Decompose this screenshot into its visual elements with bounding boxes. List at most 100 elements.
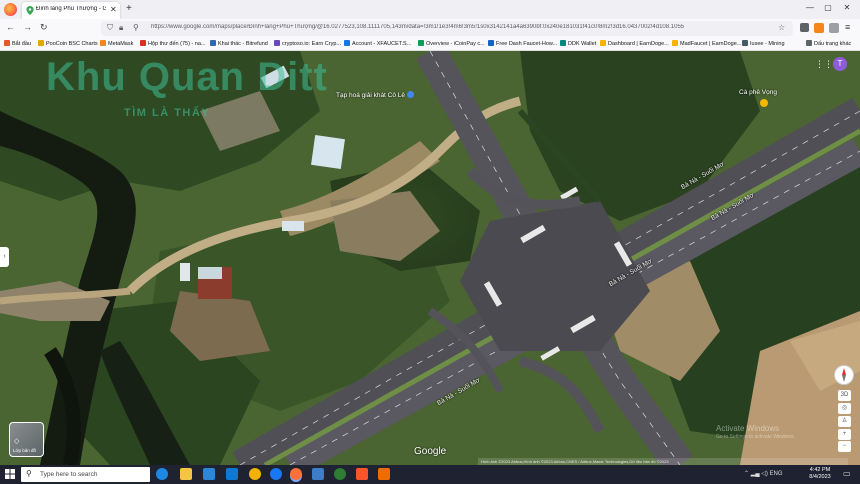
bookmark-icon <box>742 40 748 46</box>
bookmark-item[interactable]: Khai thác - Bitrefund <box>210 40 268 47</box>
clock-date: 8/4/2023 <box>809 474 831 480</box>
layers-button[interactable]: ◇ Lớp bản đồ <box>9 422 44 457</box>
nav-toolbar: ← → ↻ ⛉ 🔒︎ ⚲ https://www.google.com/maps… <box>0 19 860 38</box>
brave-app-icon[interactable] <box>356 468 368 480</box>
maps-pin-icon <box>26 6 34 15</box>
new-tab-button[interactable]: + <box>126 3 132 14</box>
activate-windows-title: Activate Windows <box>716 424 780 433</box>
bookmark-icon <box>344 40 350 46</box>
menu-icon[interactable]: ≡ <box>845 22 850 32</box>
url-text: https://www.google.com/maps/place/Đình+l… <box>151 24 685 30</box>
bookmark-icon <box>100 40 106 46</box>
collapse-side-panel-button[interactable]: › <box>0 247 9 267</box>
bookmark-icon <box>560 40 566 46</box>
address-bar[interactable]: ⛉ 🔒︎ ⚲ https://www.google.com/maps/place… <box>101 21 793 36</box>
chrome-app-icon[interactable] <box>249 468 261 480</box>
search-icon: ⚲ <box>26 469 32 478</box>
watermark-logo: Khu Quan Ditt <box>46 55 328 99</box>
bookmark-item[interactable]: Overview - iCoinPay c... <box>418 40 485 47</box>
edge-app-icon[interactable] <box>156 468 168 480</box>
notifications-icon[interactable]: ▭ <box>843 469 851 478</box>
taskbar-clock[interactable]: 4:42 PM 8/4/2023 <box>803 467 837 481</box>
bookmark-folder-other[interactable]: Dấu trang khác <box>806 40 851 47</box>
extensions-icon[interactable] <box>829 23 839 33</box>
bookmark-item[interactable]: DDK Wallet <box>560 40 596 47</box>
outlook-app-icon[interactable] <box>226 468 238 480</box>
tab-strip: Đình làng Phú Thượng - Google ✕ + — ▢ ✕ <box>0 0 860 19</box>
bookmark-item[interactable]: MadFaucet | EarnDoge... <box>672 40 741 47</box>
tab-title: Đình làng Phú Thượng - Google <box>36 6 106 12</box>
network-icon[interactable]: ▂▄ <box>751 471 760 477</box>
cafe-pin-icon[interactable] <box>760 99 768 107</box>
bookmark-icon <box>418 40 424 46</box>
system-tray[interactable]: ⌃ ▂▄ ◁) ENG <box>744 470 783 477</box>
folder-icon <box>806 40 812 46</box>
tilt-3d-button[interactable]: 3D <box>838 390 851 401</box>
bookmark-icon <box>4 40 10 46</box>
permissions-icon[interactable]: ⚲ <box>133 23 139 32</box>
file-explorer-app-icon[interactable] <box>180 468 192 480</box>
maximize-button[interactable]: ▢ <box>821 3 835 12</box>
zoom-in-button[interactable]: + <box>838 429 851 440</box>
close-window-button[interactable]: ✕ <box>840 3 854 12</box>
store-pin-icon <box>406 91 414 98</box>
language-indicator[interactable]: ENG <box>770 471 783 477</box>
facebook-app-icon[interactable] <box>270 468 282 480</box>
bookmark-item[interactable]: Bắt đầu <box>4 40 31 47</box>
activate-windows-subtitle: Go to Settings to activate Windows. <box>716 434 795 440</box>
bookmark-icon <box>600 40 606 46</box>
active-tab[interactable]: Đình làng Phú Thượng - Google ✕ <box>22 2 120 19</box>
forward-arrow-icon[interactable]: → <box>23 22 32 32</box>
bookmark-item[interactable]: Iusee - Mining <box>742 40 785 47</box>
pocket-icon[interactable] <box>800 23 809 32</box>
bookmark-item[interactable]: Hộp thư đến (75) - na... <box>140 40 206 47</box>
bookmark-item[interactable]: cryptoso.io: Earn Cryp... <box>274 40 341 47</box>
windows-start-icon[interactable] <box>5 469 15 479</box>
app-icon[interactable] <box>312 468 324 480</box>
shield-icon[interactable]: ⛉ <box>107 23 113 33</box>
bookmark-icon <box>210 40 216 46</box>
compass-needle-icon <box>842 368 846 382</box>
google-apps-icon[interactable]: ⋮⋮ <box>815 59 833 69</box>
bookmark-icon <box>672 40 678 46</box>
bookmark-icon <box>38 40 44 46</box>
street-view-pegman-icon[interactable]: ♙ <box>838 416 851 427</box>
firefox-app-icon[interactable] <box>290 468 302 480</box>
lock-icon[interactable]: 🔒︎ <box>119 23 123 33</box>
bookmarks-bar: Bắt đầu PooCoin BSC Charts MetaMask Hộp … <box>0 38 860 51</box>
poi-cafe[interactable]: Cà phê Vọng <box>739 89 777 96</box>
firefox-view-icon[interactable] <box>4 3 17 16</box>
bookmark-star-icon[interactable]: ☆ <box>778 23 785 32</box>
bookmark-item[interactable]: MetaMask <box>100 40 133 47</box>
back-arrow-icon[interactable]: ← <box>6 22 15 32</box>
volume-icon[interactable]: ◁) <box>761 471 768 477</box>
metamask-extension-icon[interactable] <box>814 23 824 33</box>
tab-close-icon[interactable]: ✕ <box>110 5 117 14</box>
satellite-map[interactable]: Khu Quan Ditt TÌM LÀ THẤY Tạp hoá giải k… <box>0 51 860 465</box>
app-icon[interactable] <box>334 468 346 480</box>
google-logo: Google <box>414 446 447 457</box>
bookmark-item[interactable]: Account - XFAUCET.S... <box>344 40 411 47</box>
zoom-out-button[interactable]: − <box>838 441 851 452</box>
layers-icon: ◇ <box>14 438 20 445</box>
clock-time: 4:42 PM <box>809 467 831 473</box>
bookmark-icon <box>488 40 494 46</box>
my-location-button[interactable]: ◎ <box>838 403 851 414</box>
account-avatar[interactable]: T <box>833 57 847 71</box>
taskbar: ⚲ Type here to search ⌃ ▂▄ ◁) ENG 4:42 P… <box>0 465 860 484</box>
bookmark-item[interactable]: PooCoin BSC Charts <box>38 40 98 47</box>
bookmark-item[interactable]: Free Dash Faucet-How... <box>488 40 557 47</box>
compass-icon[interactable] <box>834 365 854 385</box>
layers-label: Lớp bản đồ <box>13 448 36 453</box>
minimize-button[interactable]: — <box>803 3 817 12</box>
app-icon[interactable] <box>378 468 390 480</box>
taskbar-search-input[interactable]: ⚲ Type here to search <box>21 467 150 482</box>
reload-icon[interactable]: ↻ <box>40 22 48 33</box>
poi-store[interactable]: Tạp hoá giải khát Cô Lê <box>336 91 414 99</box>
bookmark-item[interactable]: Dashboard | EarnDoge... <box>600 40 669 47</box>
map-attribution: Hình ảnh ©2023 Airbus,Hình ảnh ©2023 Air… <box>478 458 848 465</box>
browser-window: Đình làng Phú Thượng - Google ✕ + — ▢ ✕ … <box>0 0 860 484</box>
tray-chevron-icon[interactable]: ⌃ <box>744 471 749 477</box>
mail-app-icon[interactable] <box>203 468 215 480</box>
watermark-tagline: TÌM LÀ THẤY <box>124 107 211 119</box>
